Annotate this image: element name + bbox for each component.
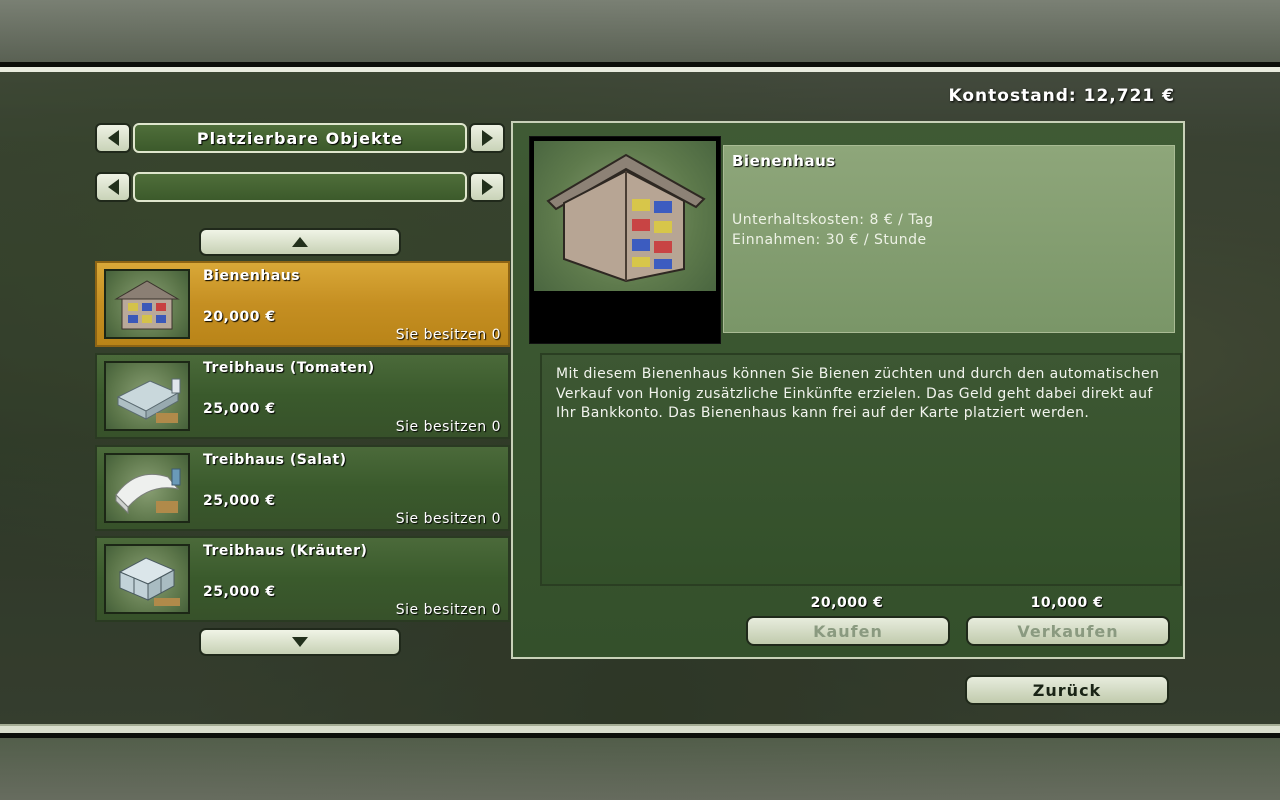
arrow-up-icon xyxy=(292,237,308,247)
sell-button[interactable]: Verkaufen xyxy=(966,616,1170,646)
item-price: 25,000 € xyxy=(203,401,276,417)
subcategory-next-button[interactable] xyxy=(469,172,505,202)
list-item-treibhaus-tomaten[interactable]: Treibhaus (Tomaten) 25,000 € Sie besitze… xyxy=(95,353,510,439)
greenhouse-salad-thumbnail xyxy=(104,453,190,523)
category-selector: Platzierbare Objekte xyxy=(95,123,505,155)
subcategory-prev-button[interactable] xyxy=(95,172,131,202)
item-owned-count: Sie besitzen 0 xyxy=(395,419,501,435)
list-item-treibhaus-salat[interactable]: Treibhaus (Salat) 25,000 € Sie besitzen … xyxy=(95,445,510,531)
bottom-rule-dark xyxy=(0,733,1280,738)
list-item-bienenhaus[interactable]: Bienenhaus 20,000 € Sie besitzen 0 xyxy=(95,261,510,347)
greenhouse-herbs-thumbnail xyxy=(104,544,190,614)
detail-income: Einnahmen: 30 € / Stunde xyxy=(732,232,927,248)
sell-price: 10,000 € xyxy=(1030,595,1104,611)
detail-image-frame xyxy=(529,136,721,344)
detail-info-box: Bienenhaus Unterhaltskosten: 8 € / Tag E… xyxy=(723,145,1175,333)
account-balance: Kontostand: 12,721 € xyxy=(948,86,1175,106)
category-next-button[interactable] xyxy=(469,123,505,153)
beehouse-preview-image xyxy=(534,141,716,291)
item-name: Treibhaus (Salat) xyxy=(203,452,347,468)
left-arrow-icon xyxy=(107,179,119,195)
item-owned-count: Sie besitzen 0 xyxy=(395,327,501,343)
background-top xyxy=(0,0,1280,62)
bottom-rule-light xyxy=(0,724,1280,733)
background-bottom xyxy=(0,738,1280,800)
arrow-down-icon xyxy=(292,637,308,647)
item-owned-count: Sie besitzen 0 xyxy=(395,511,501,527)
scroll-down-button[interactable] xyxy=(199,628,401,656)
item-price: 25,000 € xyxy=(203,584,276,600)
detail-upkeep: Unterhaltskosten: 8 € / Tag xyxy=(732,212,934,228)
category-prev-button[interactable] xyxy=(95,123,131,153)
item-owned-count: Sie besitzen 0 xyxy=(395,602,501,618)
item-price: 25,000 € xyxy=(203,493,276,509)
subcategory-selector xyxy=(95,172,505,204)
back-button[interactable]: Zurück xyxy=(965,675,1169,705)
item-name: Treibhaus (Kräuter) xyxy=(203,543,368,559)
item-name: Treibhaus (Tomaten) xyxy=(203,360,375,376)
item-price: 20,000 € xyxy=(203,309,276,325)
right-arrow-icon xyxy=(481,179,493,195)
buy-price: 20,000 € xyxy=(810,595,884,611)
detail-title: Bienenhaus xyxy=(732,152,836,170)
item-name: Bienenhaus xyxy=(203,268,301,284)
right-arrow-icon xyxy=(481,130,493,146)
left-arrow-icon xyxy=(107,130,119,146)
beehouse-thumbnail xyxy=(104,269,190,339)
subcategory-label xyxy=(133,172,467,202)
detail-panel: Bienenhaus Unterhaltskosten: 8 € / Tag E… xyxy=(511,121,1185,659)
top-rule-light xyxy=(0,67,1280,72)
list-item-treibhaus-kraeuter[interactable]: Treibhaus (Kräuter) 25,000 € Sie besitze… xyxy=(95,536,510,622)
scroll-up-button[interactable] xyxy=(199,228,401,256)
greenhouse-tomato-thumbnail xyxy=(104,361,190,431)
detail-description: Mit diesem Bienenhaus können Sie Bienen … xyxy=(540,353,1182,586)
category-label: Platzierbare Objekte xyxy=(133,123,467,153)
buy-button[interactable]: Kaufen xyxy=(746,616,950,646)
